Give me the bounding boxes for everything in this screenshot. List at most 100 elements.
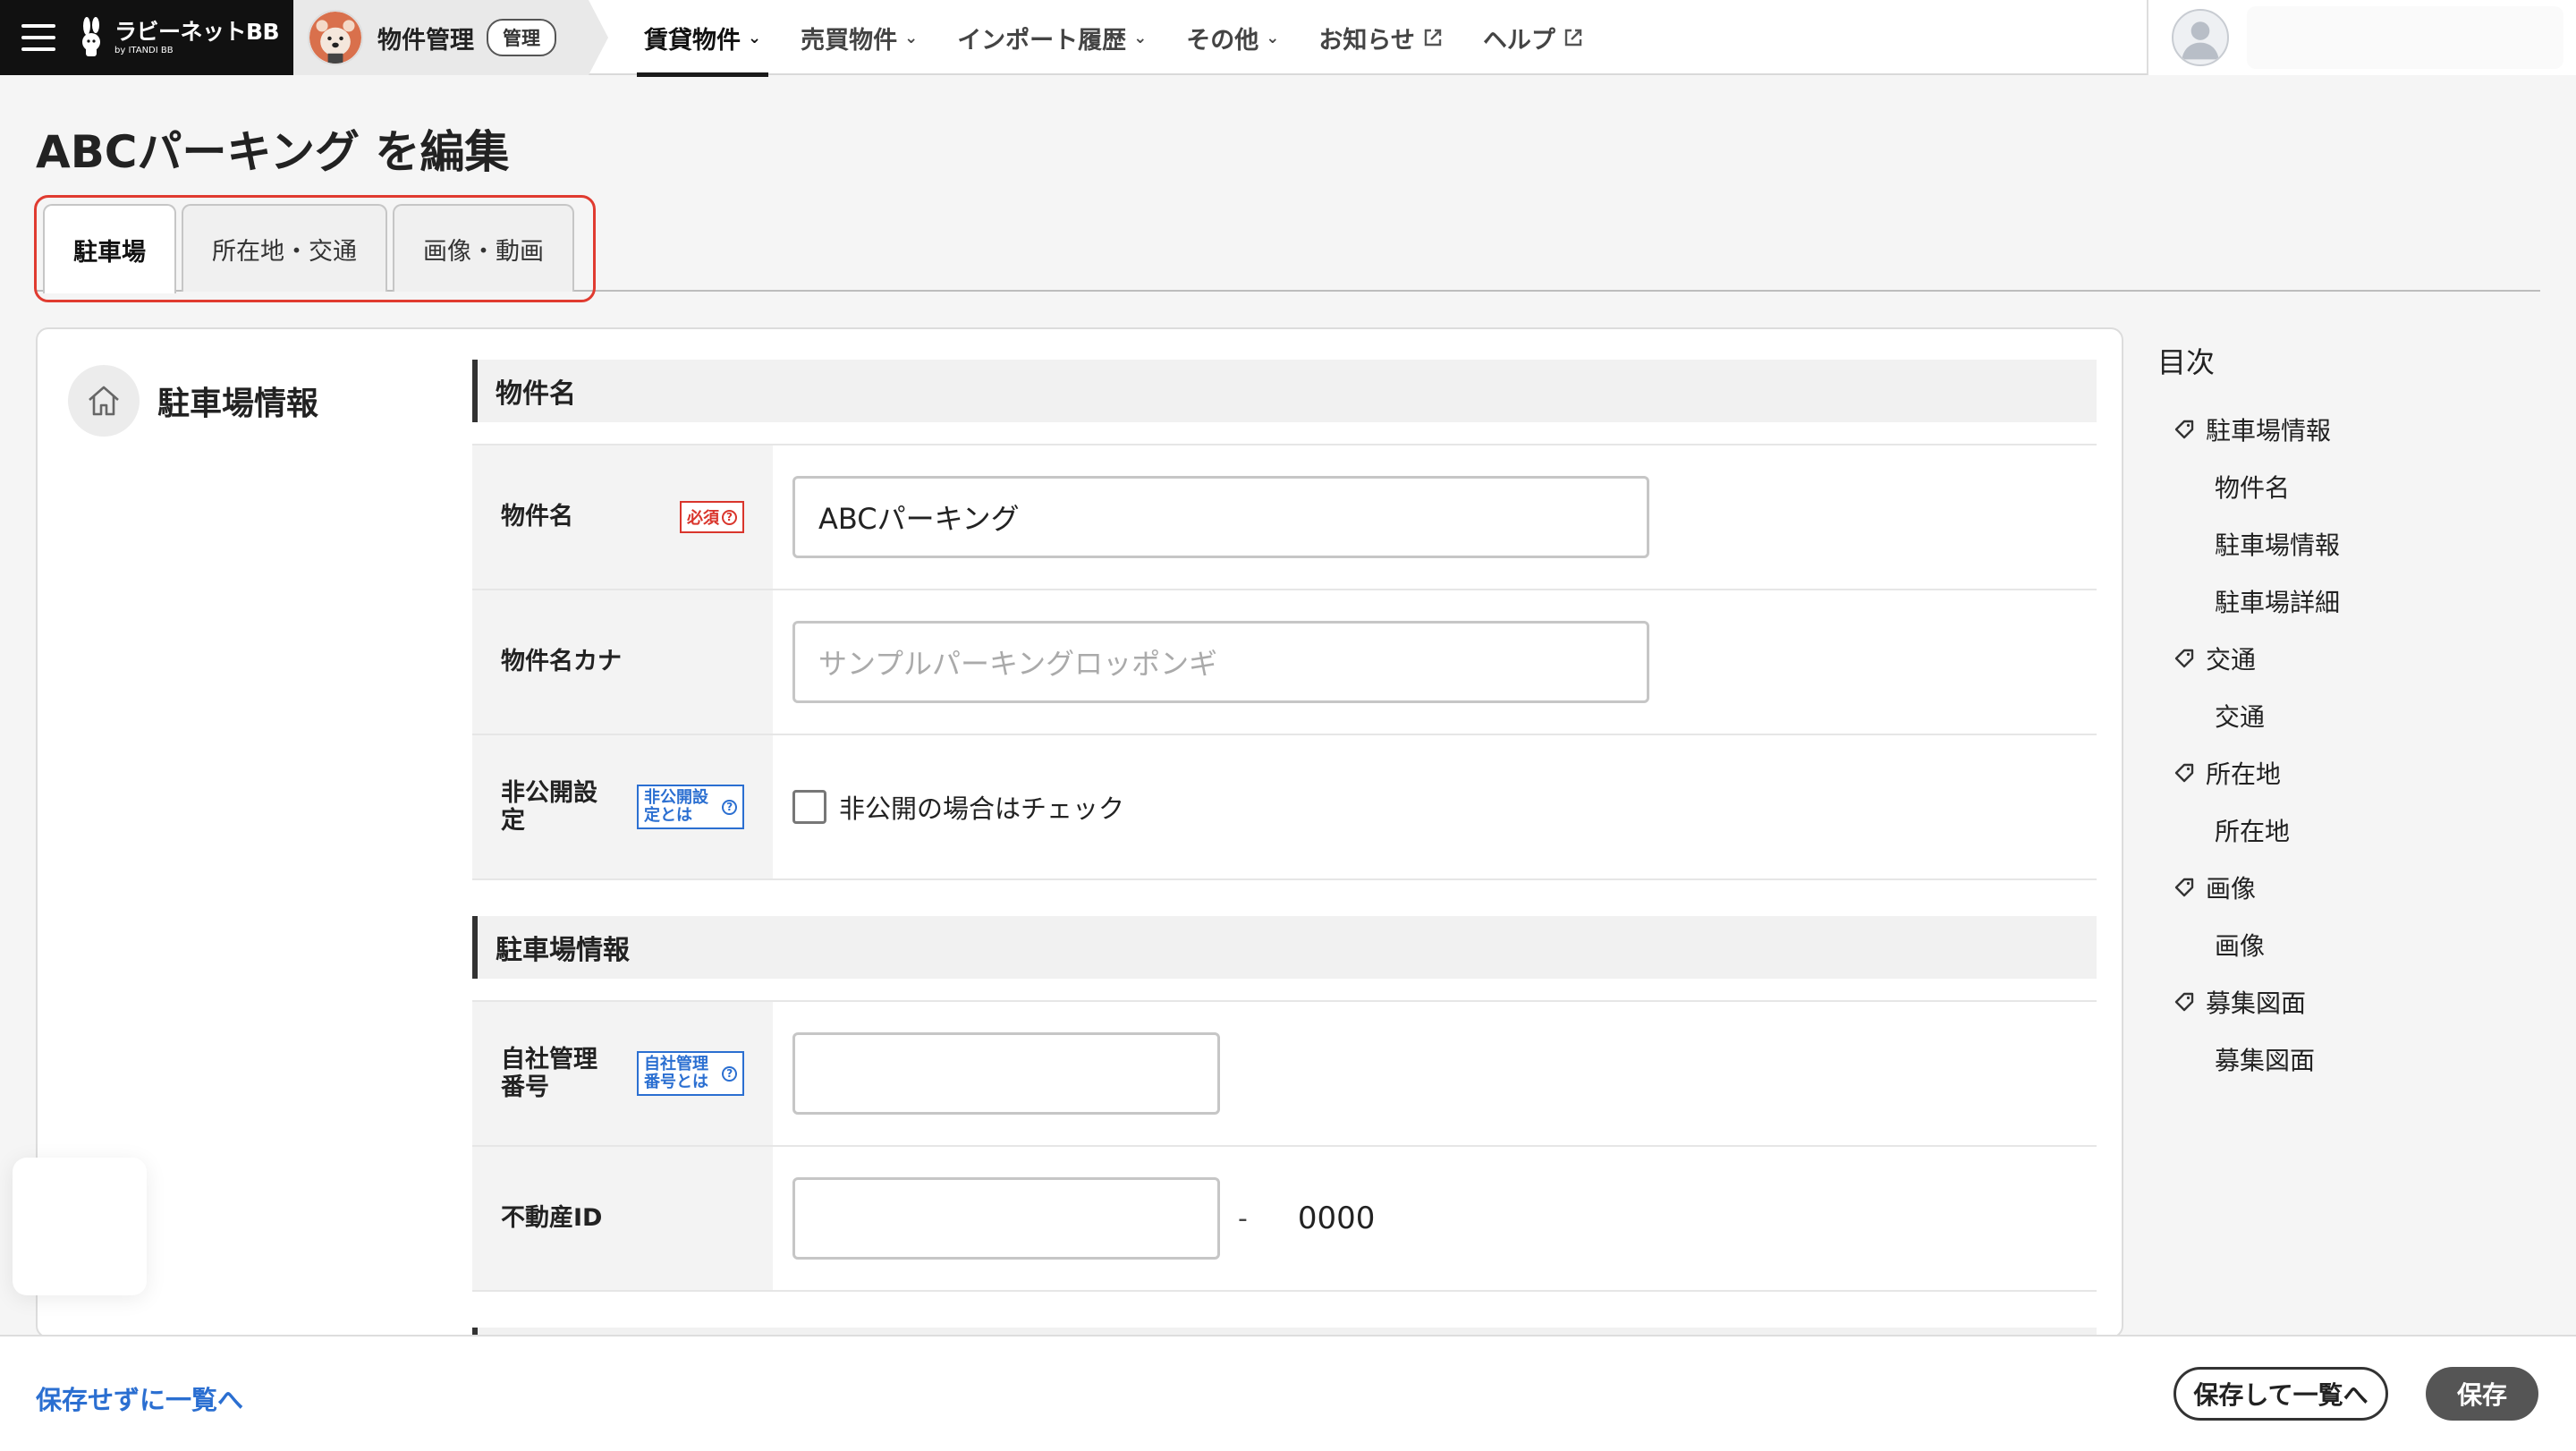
form-row-property-kana: 物件名カナ サンプルパーキングロッポンギ [472,590,2097,735]
bear-avatar-icon [308,10,363,65]
nav-news[interactable]: お知らせ [1299,0,1462,75]
id-separator: - [1238,1202,1248,1235]
chevron-down-icon: ⌄ [1133,28,1148,47]
menu-button[interactable] [0,0,77,75]
page-title: ABCパーキング を編集 [36,126,510,178]
id-suffix: 0000 [1297,1201,1376,1236]
form-row-private-setting: 非公開設定 非公開設定とは ? 非公開の場合はチェック [472,735,2097,880]
required-badge[interactable]: 必須 ? [680,501,744,533]
toc-item-label: 所在地 [2206,759,2282,789]
nav-rental-properties[interactable]: 賃貸物件 ⌄ [624,0,781,77]
field-label: 自社管理番号 [501,1045,597,1101]
form-rows: 物件名 必須 ? ABCパーキング 物件名カナ サンプルパーキングロッポンギ 非… [472,444,2097,880]
hamburger-icon [21,24,55,51]
question-icon: ? [722,799,737,815]
app-logo[interactable]: ラビーネットBB by ITANDI BB [77,17,280,58]
breadcrumb-title: 物件管理 [377,26,474,55]
tag-icon [2174,992,2194,1012]
required-badge-text: 必須 [687,509,719,528]
tag-icon [2174,878,2194,897]
toc-item[interactable]: 駐車場情報 [2157,401,2551,458]
field-label: 物件名 [501,503,573,531]
toc-item-label: 所在地 [2215,817,2291,846]
nav-label: ヘルプ [1482,26,1555,55]
label-cell: 物件名 必須 ? [472,445,773,589]
section-title: 駐車場情報 [157,386,319,422]
toc-item-label: 駐車場情報 [2215,530,2341,560]
field-cell: サンプルパーキングロッポンギ [773,590,2097,734]
tag-icon [2174,420,2194,439]
rabbit-logo-icon [82,17,100,56]
nav-import-history[interactable]: インポート履歴 ⌄ [937,0,1166,75]
form-rows: 自社管理番号 自社管理番号とは ? 不動産ID - 0000 [472,1000,2097,1292]
toc-item-label: 画像 [2206,874,2257,904]
group-heading-property-name: 物件名 [472,360,2097,422]
property-kana-input[interactable]: サンプルパーキングロッポンギ [792,621,1649,703]
field-label: 非公開設定 [501,778,597,835]
toc-item[interactable]: 募集図面 [2157,1031,2551,1088]
toc-item-label: 駐車場情報 [2206,416,2332,445]
toc-item[interactable]: 画像 [2157,859,2551,916]
chevron-down-icon: ⌄ [1266,28,1280,47]
tag-icon [2174,649,2194,668]
property-name-input[interactable]: ABCパーキング [792,476,1649,558]
label-cell: 非公開設定 非公開設定とは ? [472,735,773,878]
question-icon: ? [722,1065,737,1082]
field-cell: - 0000 [773,1147,2097,1290]
toc-item[interactable]: 駐車場詳細 [2157,573,2551,630]
nav-label: その他 [1186,26,1259,55]
nav-label: 売買物件 [801,26,898,55]
field-cell: ABCパーキング [773,445,2097,589]
toc-item-label: 募集図面 [2206,989,2307,1018]
management-number-input[interactable] [792,1032,1220,1115]
toc-item[interactable]: 交通 [2157,630,2551,687]
toc-item-label: 募集図面 [2215,1046,2316,1075]
toc-item-label: 交通 [2206,645,2257,675]
field-label: 物件名カナ [501,648,622,676]
toc-item[interactable]: 画像 [2157,916,2551,973]
brand-area: ラビーネットBB by ITANDI BB [0,0,293,75]
nav-sale-properties[interactable]: 売買物件 ⌄ [781,0,937,75]
edit-form-card: 駐車場情報 物件名 物件名 必須 ? ABCパーキング 物件名カナ サンプルパー… [36,327,2123,1338]
save-and-back-button[interactable]: 保存して一覧へ [2174,1367,2388,1421]
toc-item-label: 画像 [2215,931,2266,961]
question-icon: ? [722,509,737,525]
logo-main-text: ラビーネットBB [114,18,280,45]
breadcrumb[interactable]: 物件管理 管理 [293,0,608,75]
help-badge-text: 自社管理番号とは [644,1055,708,1091]
user-name-redacted [2247,6,2563,69]
private-checkbox-label[interactable]: 非公開の場合はチェック [792,788,1124,826]
nav-help[interactable]: ヘルプ [1463,0,1604,75]
role-badge: 管理 [487,19,556,56]
private-checkbox[interactable] [792,790,826,824]
label-cell: 不動産ID [472,1147,773,1290]
real-estate-id-input[interactable] [792,1177,1220,1260]
toc-item[interactable]: 物件名 [2157,458,2551,515]
toc-item[interactable]: 駐車場情報 [2157,515,2551,573]
toc-item[interactable]: 募集図面 [2157,973,2551,1031]
management-number-help-badge[interactable]: 自社管理番号とは ? [637,1051,744,1096]
user-avatar-icon [2172,9,2229,66]
chevron-down-icon: ⌄ [748,28,762,47]
external-link-icon [1424,29,1442,47]
field-label: 不動産ID [501,1204,603,1233]
form-row-property-name: 物件名 必須 ? ABCパーキング [472,445,2097,590]
toc-item[interactable]: 交通 [2157,687,2551,744]
chevron-down-icon: ⌄ [904,28,919,47]
private-setting-help-badge[interactable]: 非公開設定とは ? [637,785,744,829]
toc-item-label: 駐車場詳細 [2215,588,2341,617]
nav-label: インポート履歴 [957,26,1127,55]
nav-other[interactable]: その他 ⌄ [1166,0,1299,75]
top-header: ラビーネットBB by ITANDI BB 物件管理 管理 賃貸物件 ⌄ 売買物… [0,0,2576,77]
tabs-highlight-box [34,195,596,302]
main-nav: 賃貸物件 ⌄ 売買物件 ⌄ インポート履歴 ⌄ その他 ⌄ お知らせ ヘルプ [624,0,1604,77]
toc-item[interactable]: 所在地 [2157,744,2551,802]
floating-widget[interactable] [13,1158,147,1295]
toc-item[interactable]: 所在地 [2157,802,2551,859]
save-button[interactable]: 保存 [2426,1367,2538,1421]
form-row-management-number: 自社管理番号 自社管理番号とは ? [472,1002,2097,1147]
external-link-icon [1564,29,1582,47]
back-without-save-link[interactable]: 保存せずに一覧へ [36,1379,243,1417]
user-menu[interactable] [2147,0,2576,75]
nav-label: お知らせ [1318,26,1415,55]
